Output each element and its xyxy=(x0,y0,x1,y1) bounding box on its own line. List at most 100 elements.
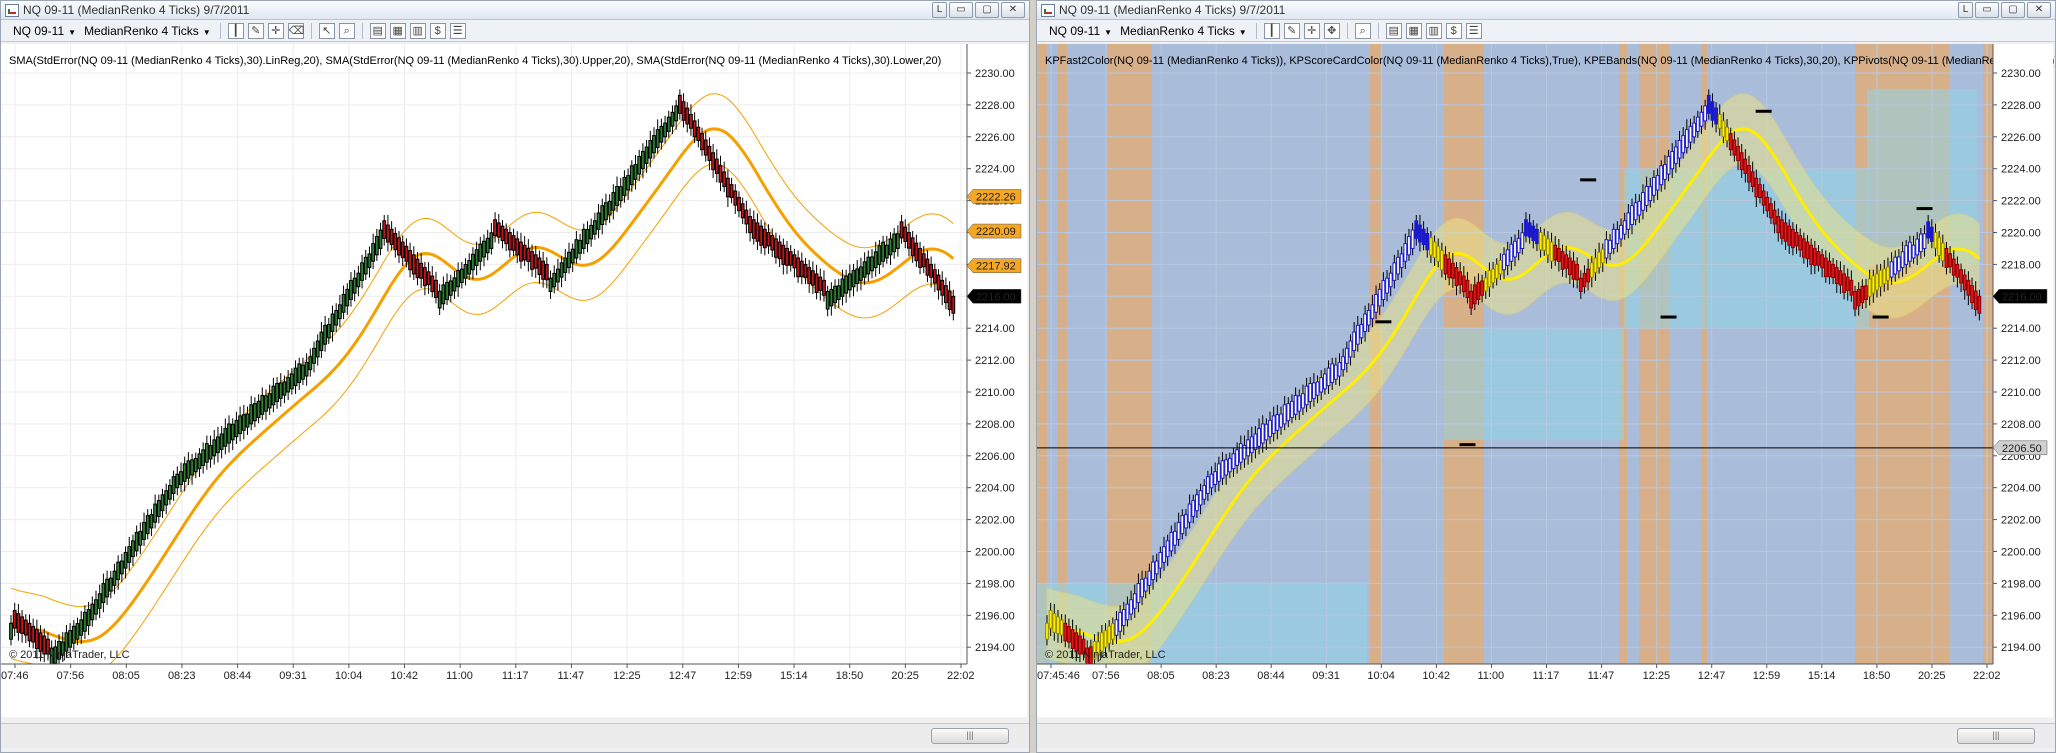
candle-body xyxy=(1136,583,1141,604)
candle-body xyxy=(489,232,494,249)
left-price-plot[interactable]: SMA(StdError(NQ 09-11 (MedianRenko 4 Tic… xyxy=(1,44,1029,717)
candle-body xyxy=(855,268,860,285)
bar-type-icon[interactable]: ┃ xyxy=(227,22,244,39)
candle-body xyxy=(859,266,863,281)
crosshair-icon[interactable]: ✛ xyxy=(1303,22,1320,39)
zoom-icon[interactable]: ⌕ xyxy=(338,22,355,39)
close-button[interactable]: ✕ xyxy=(2027,2,2051,18)
candle-body xyxy=(689,113,693,129)
left-chart-window[interactable]: NQ 09-11 (MedianRenko 4 Ticks) 9/7/2011 … xyxy=(0,0,1030,753)
candle-body xyxy=(1845,276,1850,291)
properties-icon[interactable]: ☰ xyxy=(449,22,466,39)
candle-body xyxy=(208,444,213,460)
candle-body xyxy=(1578,277,1583,293)
maximize-button[interactable]: ▢ xyxy=(2001,2,2025,18)
candle-body xyxy=(1571,260,1576,280)
candle-body xyxy=(1772,209,1777,225)
bar-type-icon[interactable]: ┃ xyxy=(1263,22,1280,39)
left-title-bar[interactable]: NQ 09-11 (MedianRenko 4 Ticks) 9/7/2011 … xyxy=(1,1,1029,20)
period-selector[interactable]: MedianRenko 4 Ticks ▼ xyxy=(1118,24,1249,38)
chart-trader-icon[interactable]: ▥ xyxy=(409,22,426,39)
candle-body xyxy=(1494,264,1499,279)
candle-body xyxy=(1140,578,1144,598)
time-tick-label: 10:04 xyxy=(335,670,363,682)
candle-body xyxy=(822,279,826,296)
candle-body xyxy=(1790,228,1795,249)
drawing-pencil-icon[interactable]: ✎ xyxy=(1283,22,1300,39)
pointer-icon[interactable]: ↖ xyxy=(318,22,335,39)
minimize-button[interactable]: ▭ xyxy=(949,2,973,18)
candle-body xyxy=(1502,253,1506,271)
candle-body xyxy=(1962,274,1967,291)
price-tick-label: 2204.00 xyxy=(2001,483,2041,495)
link-button[interactable]: L xyxy=(932,2,947,18)
candle-body xyxy=(190,459,194,476)
link-button[interactable]: L xyxy=(1958,2,1973,18)
period-selector[interactable]: MedianRenko 4 Ticks ▼ xyxy=(82,24,213,38)
move-icon[interactable]: ✥ xyxy=(1323,22,1340,39)
candle-body xyxy=(238,415,243,434)
right-chart-svg[interactable]: KPFast2Color(NQ 09-11 (MedianRenko 4 Tic… xyxy=(1037,44,2055,717)
toolbar-separator xyxy=(1255,22,1257,39)
candle-body xyxy=(1279,413,1283,428)
crosshair-icon[interactable]: ✛ xyxy=(267,22,284,39)
candle-body xyxy=(1666,155,1671,175)
time-tick-label: 12:47 xyxy=(669,670,697,682)
price-tick-label: 2196.00 xyxy=(2001,610,2041,622)
candle-body xyxy=(659,125,664,143)
instrument-selector[interactable]: NQ 09-11 ▼ xyxy=(11,24,78,38)
candle-body xyxy=(1224,459,1229,476)
candle-body xyxy=(234,419,239,438)
candle-body xyxy=(90,603,95,621)
drawing-pencil-icon[interactable]: ✎ xyxy=(247,22,264,39)
scrollbar-thumb[interactable]: ||| xyxy=(1957,728,2035,744)
indicator-label: SMA(StdError(NQ 09-11 (MedianRenko 4 Tic… xyxy=(9,55,941,67)
candle-body xyxy=(670,111,675,127)
candle-body xyxy=(585,228,590,245)
candle-body xyxy=(1966,279,1971,296)
candle-body xyxy=(1831,263,1835,279)
candle-body xyxy=(452,277,457,292)
candle-body xyxy=(1271,415,1276,434)
dollar-icon[interactable]: $ xyxy=(429,22,446,39)
close-button[interactable]: ✕ xyxy=(1001,2,1025,18)
indicators-icon[interactable]: ▤ xyxy=(1385,22,1402,39)
candle-body xyxy=(677,94,682,114)
left-horizontal-scrollbar[interactable]: ||| xyxy=(1,723,1029,748)
dollar-icon[interactable]: $ xyxy=(1445,22,1462,39)
candle-body xyxy=(1904,245,1909,265)
candle-body xyxy=(371,243,376,262)
strategies-icon[interactable]: ▦ xyxy=(389,22,406,39)
instrument-selector[interactable]: NQ 09-11 ▼ xyxy=(1047,24,1114,38)
left-chart-svg[interactable]: SMA(StdError(NQ 09-11 (MedianRenko 4 Tic… xyxy=(1,44,1029,717)
candle-body xyxy=(537,257,542,276)
candle-body xyxy=(1158,552,1163,569)
candle-body xyxy=(341,293,346,313)
indicators-icon[interactable]: ▤ xyxy=(369,22,386,39)
candle-body xyxy=(1860,285,1865,304)
right-chart-window[interactable]: NQ 09-11 (MedianRenko 4 Ticks) 9/7/2011 … xyxy=(1036,0,2056,753)
eraser-icon[interactable]: ⌫ xyxy=(287,22,304,39)
zoom-icon[interactable]: ⌕ xyxy=(1354,22,1371,39)
minimize-button[interactable]: ▭ xyxy=(1975,2,1999,18)
right-price-plot[interactable]: KPFast2Color(NQ 09-11 (MedianRenko 4 Tic… xyxy=(1037,44,2055,717)
candle-body xyxy=(1867,278,1872,297)
candle-body xyxy=(1403,243,1408,262)
candle-body xyxy=(1505,249,1510,266)
candle-body xyxy=(1312,382,1316,399)
candle-body xyxy=(574,239,579,259)
strategies-icon[interactable]: ▦ xyxy=(1405,22,1422,39)
candle-body xyxy=(1114,619,1119,636)
candle-body xyxy=(947,290,952,310)
candle-body xyxy=(1977,295,1982,314)
right-title-bar[interactable]: NQ 09-11 (MedianRenko 4 Ticks) 9/7/2011 … xyxy=(1037,1,2055,20)
candle-body xyxy=(337,304,342,320)
candle-body xyxy=(108,577,113,592)
right-horizontal-scrollbar[interactable]: ||| xyxy=(1037,723,2055,748)
chart-trader-icon[interactable]: ▥ xyxy=(1425,22,1442,39)
scrollbar-thumb[interactable]: ||| xyxy=(931,728,1009,744)
maximize-button[interactable]: ▢ xyxy=(975,2,999,18)
price-tick-label: 2206.00 xyxy=(975,451,1015,463)
candle-body xyxy=(766,232,771,247)
properties-icon[interactable]: ☰ xyxy=(1465,22,1482,39)
